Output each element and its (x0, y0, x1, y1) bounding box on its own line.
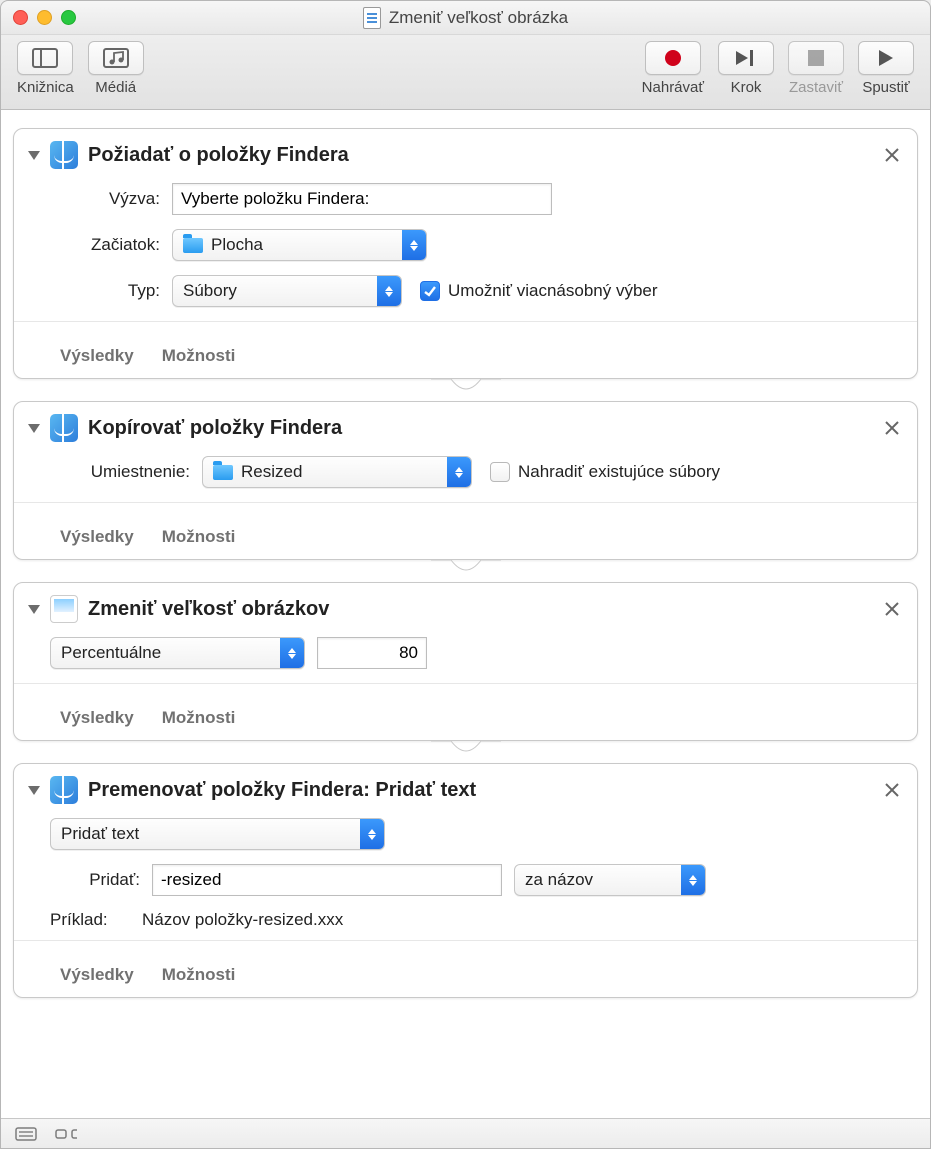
start-location-popup[interactable]: Plocha (172, 229, 427, 261)
popup-arrows-icon (280, 638, 304, 668)
window-title: Zmeniť veľkosť obrázka (1, 7, 930, 29)
media-label: Médiá (95, 79, 136, 96)
start-location-value: Plocha (211, 235, 263, 255)
panel-icon (32, 48, 58, 68)
destination-value: Resized (241, 462, 302, 482)
stop-icon (808, 50, 824, 66)
position-popup[interactable]: za názov (514, 864, 706, 896)
step-label: Krok (731, 79, 762, 96)
popup-arrows-icon (377, 276, 401, 306)
zoom-window-button[interactable] (61, 10, 76, 25)
minimize-window-button[interactable] (37, 10, 52, 25)
run-button[interactable] (858, 41, 914, 75)
destination-popup[interactable]: Resized (202, 456, 472, 488)
finder-icon (50, 776, 78, 804)
close-window-button[interactable] (13, 10, 28, 25)
toolbar: Knižnica Médiá Nahrávať (1, 35, 930, 110)
rename-mode-popup[interactable]: Pridať text (50, 818, 385, 850)
popup-arrows-icon (447, 457, 471, 487)
step-button[interactable] (718, 41, 774, 75)
position-value: za názov (525, 870, 593, 890)
library-label: Knižnica (17, 79, 74, 96)
list-view-icon (15, 1127, 37, 1141)
media-button[interactable] (88, 41, 144, 75)
rename-mode-value: Pridať text (61, 824, 139, 844)
scale-mode-value: Percentuálne (61, 643, 161, 663)
popup-arrows-icon (402, 230, 426, 260)
window-title-text: Zmeniť veľkosť obrázka (389, 8, 568, 28)
popup-arrows-icon (360, 819, 384, 849)
record-icon (664, 49, 682, 67)
stop-label: Zastaviť (789, 79, 843, 96)
flow-view-icon (55, 1127, 77, 1141)
type-value: Súbory (183, 281, 237, 301)
stop-button[interactable] (788, 41, 844, 75)
popup-arrows-icon (681, 865, 705, 895)
traffic-lights (13, 10, 76, 25)
log-view-button[interactable] (15, 1126, 37, 1142)
automator-window: Zmeniť veľkosť obrázka Knižnica Médiá (0, 0, 931, 1149)
finder-icon (50, 414, 78, 442)
statusbar (1, 1118, 930, 1148)
document-icon (363, 7, 381, 29)
media-icon (103, 48, 129, 68)
step-icon (734, 49, 758, 67)
type-popup[interactable]: Súbory (172, 275, 402, 307)
folder-icon (183, 238, 203, 253)
scale-mode-popup[interactable]: Percentuálne (50, 637, 305, 669)
finder-icon (50, 141, 78, 169)
record-button[interactable] (645, 41, 701, 75)
titlebar: Zmeniť veľkosť obrázka (1, 1, 930, 35)
preview-icon (50, 595, 78, 623)
library-button[interactable] (17, 41, 73, 75)
run-label: Spustiť (862, 79, 909, 96)
folder-icon (213, 465, 233, 480)
record-label: Nahrávať (642, 79, 704, 96)
workflow-view-button[interactable] (55, 1126, 77, 1142)
workflow-area: Požiadať o položky Findera Výzva: Začiat… (1, 110, 930, 1118)
play-icon (877, 49, 895, 67)
